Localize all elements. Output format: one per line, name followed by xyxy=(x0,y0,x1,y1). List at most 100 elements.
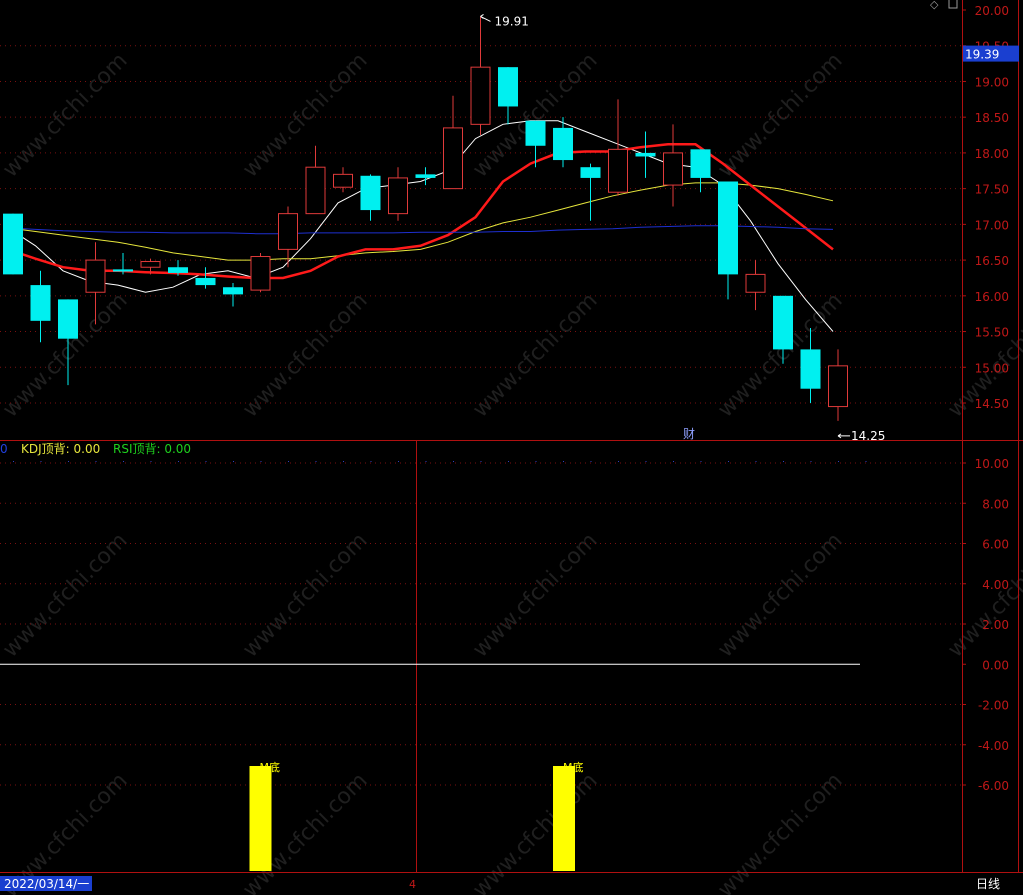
candle-body-up xyxy=(250,256,271,291)
tick-dot xyxy=(618,461,619,462)
diamond-icon[interactable]: ◇ xyxy=(930,0,939,11)
tick-dot xyxy=(838,461,839,462)
finance-annotation: 财 xyxy=(683,427,695,441)
tick-dot xyxy=(453,461,454,462)
candle-body-down xyxy=(360,175,381,211)
y-tick-label-sub: -2.00 xyxy=(978,699,1009,713)
signal-bar-label: M底 xyxy=(260,760,281,774)
candle-body-down xyxy=(3,213,23,275)
tick-dot xyxy=(810,461,812,462)
y-tick-label-main: 14.50 xyxy=(975,397,1009,411)
candle-body-up xyxy=(85,259,106,293)
candle-body-down xyxy=(415,174,436,178)
candle-body-up xyxy=(333,173,353,188)
candle-body-up xyxy=(305,166,326,215)
tick-dot xyxy=(700,461,702,462)
date-label: 2022/03/14/一 xyxy=(4,877,89,891)
tick-dot xyxy=(865,461,867,462)
y-tick-label-sub: 2.00 xyxy=(982,618,1009,632)
tick-dot xyxy=(508,461,509,462)
candle-body-up xyxy=(443,127,463,190)
tick-dot xyxy=(233,461,234,462)
y-tick-label-main: 17.00 xyxy=(975,218,1009,232)
watermark-text: www.cfchi.com xyxy=(468,528,602,662)
candle-body-down xyxy=(168,267,188,273)
candle-body-down xyxy=(718,181,738,275)
period-label[interactable]: 日线 xyxy=(976,877,1000,891)
candle-body-down xyxy=(553,127,573,161)
tick-dot xyxy=(315,461,317,462)
tick-dot xyxy=(728,461,729,462)
tick-dot xyxy=(40,461,42,462)
tick-dot xyxy=(95,461,97,462)
watermark-text: www.cfchi.com xyxy=(0,528,133,662)
tick-dot xyxy=(480,461,482,462)
y-tick-label-main: 17.50 xyxy=(975,183,1009,197)
tick-dot xyxy=(370,461,372,462)
watermark-text: www.cfchi.com xyxy=(468,768,602,895)
y-tick-label-sub: 6.00 xyxy=(982,538,1009,552)
y-tick-label-main: 18.00 xyxy=(975,147,1009,161)
watermark-text: www.cfchi.com xyxy=(0,768,133,895)
tick-dot xyxy=(150,461,152,462)
candle-body-up xyxy=(663,152,683,186)
watermark-text: www.cfchi.com xyxy=(713,528,847,662)
watermark-text: www.cfchi.com xyxy=(238,528,372,662)
tick-dot xyxy=(343,461,344,462)
y-tick-label-sub: -4.00 xyxy=(978,739,1009,753)
candle-body-down xyxy=(800,349,821,389)
y-tick-label-main: 15.50 xyxy=(975,326,1009,340)
tick-dot xyxy=(288,461,289,462)
tick-dot xyxy=(673,461,674,462)
tick-dot xyxy=(645,461,647,462)
high-marker-arrow xyxy=(480,14,491,22)
tick-dot xyxy=(68,461,69,462)
y-tick-label-main: 15.00 xyxy=(975,361,1009,375)
watermark-text: www.cfchi.com xyxy=(713,48,847,182)
candlesticks xyxy=(3,16,848,421)
candle-body-down xyxy=(223,287,243,295)
watermark-text: www.cfchi.com xyxy=(238,48,372,182)
candle-body-up xyxy=(388,177,408,215)
ma-line-2 xyxy=(7,182,834,261)
candle-body-up xyxy=(140,261,161,268)
y-tick-label-sub: -6.00 xyxy=(978,779,1009,793)
candle-body-up xyxy=(608,148,628,193)
bottom-marker: 4 xyxy=(409,878,416,891)
tick-dot xyxy=(178,461,179,462)
candle-body-down xyxy=(773,295,793,350)
tick-dot xyxy=(425,461,427,462)
kdj-divergence-label: KDJ顶背: 0.00 xyxy=(21,442,100,456)
signal-panel: M底 M底 xyxy=(0,663,860,871)
y-tick-label-sub: 8.00 xyxy=(982,497,1009,511)
stock-chart: www.cfchi.com www.cfchi.com www.cfchi.com w… xyxy=(0,0,1023,895)
tick-dot xyxy=(590,461,592,462)
y-tick-label-sub: 10.00 xyxy=(975,457,1009,471)
candle-body-down xyxy=(580,167,601,178)
candle-body-up xyxy=(278,213,298,250)
y-tick-label-sub: 0.00 xyxy=(982,658,1009,672)
watermark-text: www.cfchi.com xyxy=(713,768,847,895)
low-marker-arrow xyxy=(837,433,850,439)
tick-dot xyxy=(535,461,537,462)
signal-bar xyxy=(249,766,272,871)
tick-dot xyxy=(205,461,207,462)
ma-line-4 xyxy=(7,225,834,235)
candle-body-down xyxy=(58,299,78,339)
current-price-label: 19.39 xyxy=(965,48,999,62)
candle-body-down xyxy=(113,269,133,272)
tick-dot xyxy=(563,461,564,462)
candle-body-down xyxy=(498,67,518,107)
candle-body-down xyxy=(195,277,216,286)
tick-dot xyxy=(13,461,14,462)
window-icon[interactable] xyxy=(948,0,958,9)
low-marker-label: 14.25 xyxy=(851,429,885,443)
y-tick-label-main: 16.50 xyxy=(975,254,1009,268)
tick-dot xyxy=(398,461,399,462)
tick-dot xyxy=(755,461,757,462)
tick-dot xyxy=(260,461,262,462)
rsi-divergence-label: RSI顶背: 0.00 xyxy=(113,442,191,456)
candle-body-up xyxy=(828,365,848,408)
y-tick-label-main: 19.00 xyxy=(975,75,1009,89)
candle-body-down xyxy=(525,120,546,146)
